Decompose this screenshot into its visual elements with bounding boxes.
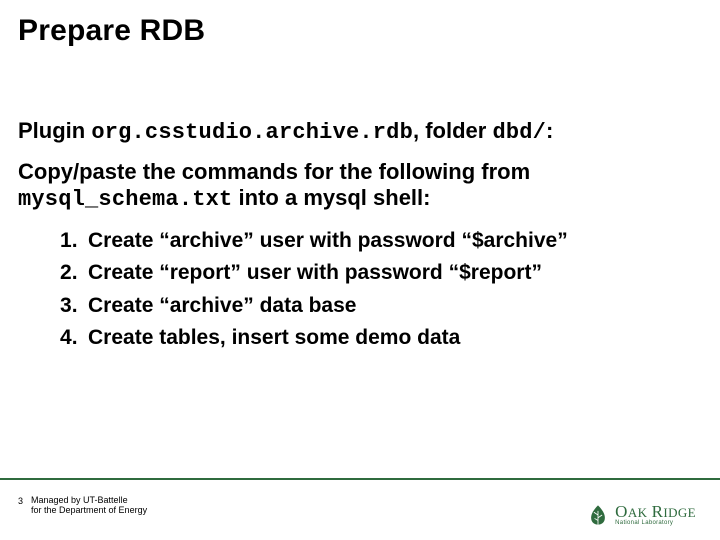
footer: 3 Managed by UT-Battelle for the Departm… — [18, 496, 147, 516]
oak-ridge-logo: OAK RIDGE National Laboratory — [587, 504, 696, 526]
footer-text: Managed by UT-Battelle for the Departmen… — [31, 496, 147, 516]
copy-paragraph: Copy/paste the commands for the followin… — [18, 159, 680, 212]
body-content: Plugin org.csstudio.archive.rdb, folder … — [18, 118, 680, 355]
list-item: Create “archive” user with password “$ar… — [66, 226, 680, 255]
plugin-prefix: Plugin — [18, 118, 91, 143]
page-title: Prepare RDB — [18, 14, 205, 48]
plugin-folder: dbd/ — [492, 120, 546, 145]
copy-file: mysql_schema.txt — [18, 187, 232, 212]
steps-list: Create “archive” user with password “$ar… — [66, 226, 680, 353]
copy-prefix: Copy/paste the commands for the followin… — [18, 159, 530, 184]
logo-bottom-line: National Laboratory — [615, 521, 696, 526]
plugin-after: , folder — [413, 118, 492, 143]
leaf-icon — [587, 504, 609, 526]
list-item: Create tables, insert some demo data — [66, 323, 680, 352]
page-number: 3 — [18, 496, 23, 507]
slide: Prepare RDB Plugin org.csstudio.archive.… — [0, 0, 720, 540]
plugin-code: org.csstudio.archive.rdb — [91, 120, 413, 145]
list-item: Create “report” user with password “$rep… — [66, 258, 680, 287]
plugin-paragraph: Plugin org.csstudio.archive.rdb, folder … — [18, 118, 680, 145]
footer-line2: for the Department of Energy — [31, 506, 147, 516]
copy-suffix: into a mysql shell: — [232, 185, 430, 210]
logo-top-line: OAK RIDGE — [615, 504, 696, 521]
divider — [0, 478, 720, 480]
list-item: Create “archive” data base — [66, 291, 680, 320]
plugin-suffix: : — [546, 118, 553, 143]
logo-text: OAK RIDGE National Laboratory — [615, 504, 696, 526]
